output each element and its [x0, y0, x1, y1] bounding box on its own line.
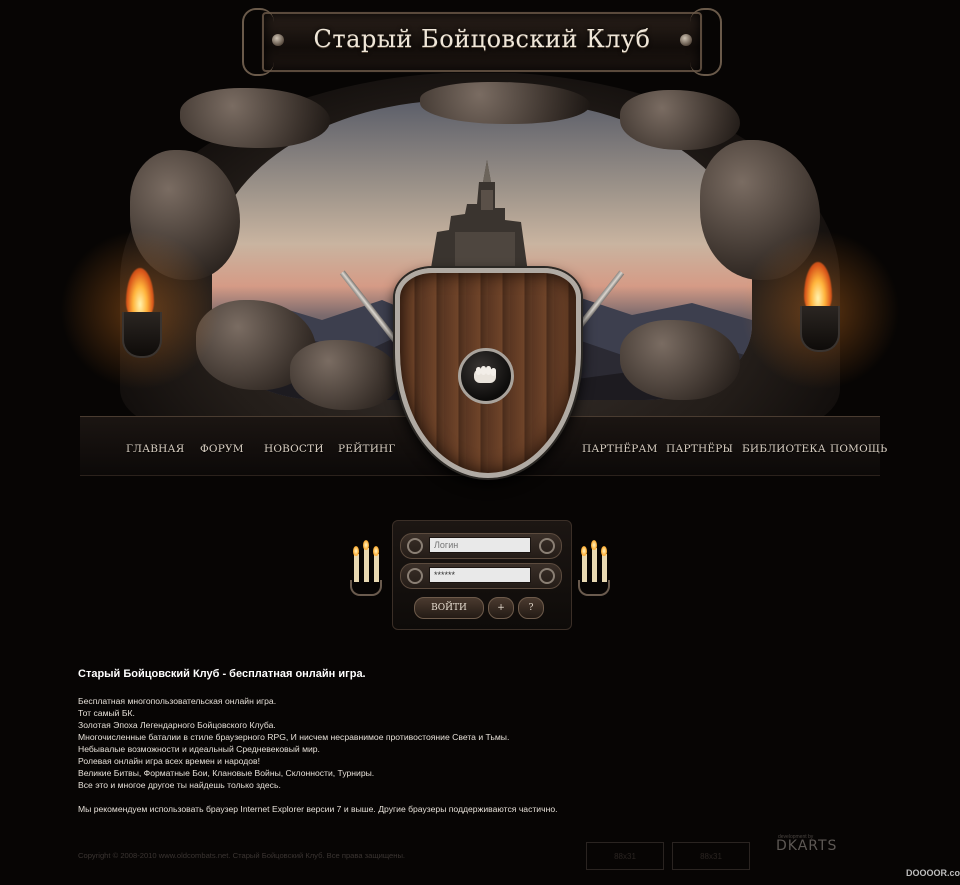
celtic-knot-icon	[407, 538, 423, 554]
fist-icon	[458, 348, 514, 404]
torch-left-icon	[120, 268, 162, 358]
nav-home[interactable]: ГЛАВНАЯ	[126, 443, 184, 455]
intro-line: Золотая Эпоха Легендарного Бойцовского К…	[78, 720, 276, 730]
intro-line: Великие Битвы, Форматные Бои, Клановые В…	[78, 768, 375, 778]
intro-section: Старый Бойцовский Клуб - бесплатная онла…	[78, 668, 838, 815]
intro-line: Бесплатная многопользовательская онлайн …	[78, 696, 277, 706]
counter-badge[interactable]: 88x31	[586, 842, 664, 870]
nav-news[interactable]: НОВОСТИ	[264, 443, 324, 455]
nav-forum[interactable]: ФОРУМ	[200, 443, 244, 455]
nav-help[interactable]: ПОМОЩЬ	[830, 443, 887, 455]
nav-rating[interactable]: РЕЙТИНГ	[338, 443, 396, 455]
login-input[interactable]	[429, 537, 531, 553]
intro-line: Ролевая онлайн игра всех времен и народо…	[78, 756, 260, 766]
browser-note: Мы рекомендуем использовать браузер Inte…	[78, 804, 558, 814]
intro-heading: Старый Бойцовский Клуб - бесплатная онла…	[78, 668, 366, 680]
intro-line: Многочисленные баталии в стиле браузерно…	[78, 732, 510, 742]
candles-right-icon	[574, 526, 614, 596]
rock	[620, 90, 740, 150]
watermark-text: DOOOOR.com	[906, 868, 960, 878]
torch-right-icon	[798, 262, 840, 352]
developer-logo[interactable]: DKARTS	[776, 838, 837, 854]
intro-line: Тот самый БК.	[78, 708, 135, 718]
candles-left-icon	[346, 526, 386, 596]
counter-badge[interactable]: 88x31	[672, 842, 750, 870]
login-field-frame	[400, 533, 562, 559]
nav-library[interactable]: БИБЛИОТЕКА	[742, 443, 826, 455]
site-title: Старый Бойцовский Клуб	[313, 25, 651, 53]
title-banner: Старый Бойцовский Клуб	[242, 8, 722, 76]
celtic-knot-icon	[539, 568, 555, 584]
register-button[interactable]: +	[488, 597, 514, 619]
celtic-knot-icon	[539, 538, 555, 554]
nav-for-partners[interactable]: ПАРТНЁРАМ	[582, 443, 658, 455]
rock	[420, 82, 590, 124]
intro-line: Небывалые возможности и идеальный Средне…	[78, 744, 320, 754]
copyright-text: Copyright © 2008-2010 www.oldcombats.net…	[78, 851, 406, 860]
intro-line: Все это и многое другое ты найдешь тольк…	[78, 780, 281, 790]
password-input[interactable]	[429, 567, 531, 583]
help-button[interactable]: ?	[518, 597, 544, 619]
login-button[interactable]: ВОЙТИ	[414, 597, 484, 619]
celtic-knot-icon	[407, 568, 423, 584]
castle-image	[429, 160, 529, 280]
nav-partners[interactable]: ПАРТНЁРЫ	[666, 443, 733, 455]
password-field-frame	[400, 563, 562, 589]
